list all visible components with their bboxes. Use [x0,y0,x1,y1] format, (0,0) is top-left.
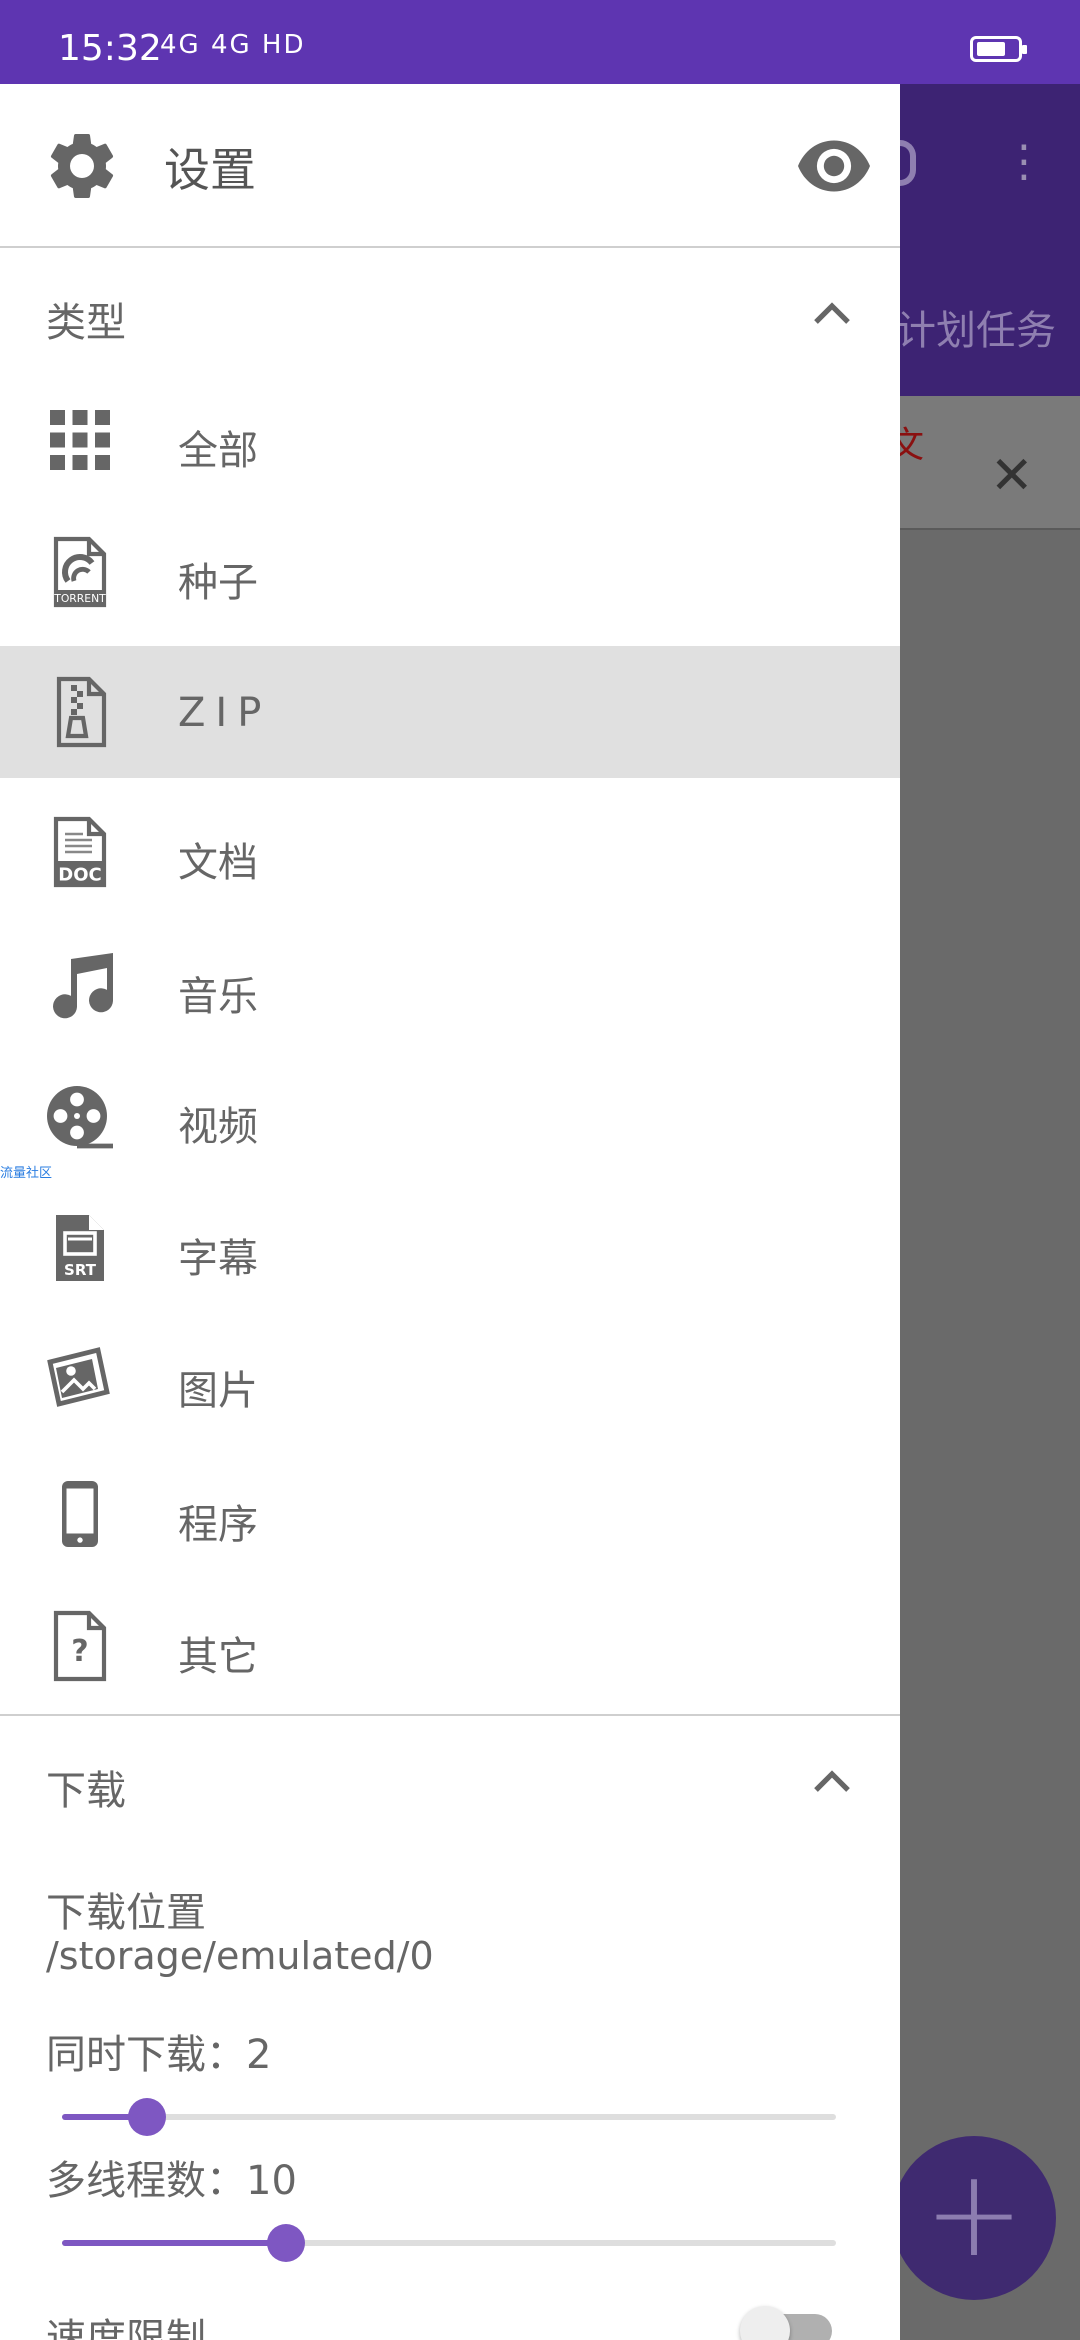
zip-icon [56,676,107,748]
category-label: 音乐 [178,974,258,1020]
category-item-other[interactable]: ? 其它 [0,1580,900,1712]
category-item-video[interactable]: 视频 [0,1050,900,1182]
concurrent-downloads-title: 同时下载： [46,2032,246,2078]
grid-icon [50,410,110,470]
section-title-types: 类型 [46,300,126,346]
concurrent-downloads-slider[interactable] [62,2098,836,2136]
image-icon [47,1347,110,1407]
toggle-thumb[interactable] [740,2306,790,2340]
speed-limit-label: 速度限制 [46,2316,206,2340]
eye-icon[interactable] [798,140,870,192]
svg-text:?: ? [71,1634,88,1669]
drawer-header: 设置 [0,84,900,248]
category-label: 文档 [178,840,258,886]
add-task-button: + [892,2136,1056,2300]
question-file-icon: ? [53,1610,107,1682]
category-label: 种子 [178,560,258,606]
settings-drawer: 设置 类型 全部 TORRENT 种子 ZIP DOC 文档 音乐 视频 流量社… [0,84,900,2340]
slider-fill [62,2240,287,2246]
doc-icon: DOC [53,816,107,888]
thread-count-label: 多线程数：10 [46,2148,297,2206]
status-time: 15:32 [58,28,162,69]
category-label: 全部 [178,428,258,474]
category-label: ZIP [178,690,272,736]
category-label: 其它 [178,1634,258,1680]
chevron-up-icon[interactable] [812,300,852,324]
category-label: 视频 [178,1104,258,1150]
svg-text:DOC: DOC [58,865,101,886]
download-location-value[interactable]: /storage/emulated/0 [46,1934,434,1978]
svg-text:SRT: SRT [64,1261,97,1279]
chevron-up-icon[interactable] [812,1768,852,1792]
category-item-torrent[interactable]: TORRENT 种子 [0,506,900,638]
thread-count-slider[interactable] [62,2224,836,2262]
slider-thumb[interactable] [267,2224,306,2262]
thread-count-value: 10 [246,2158,297,2204]
download-location-label[interactable]: 下载位置 [46,1880,206,1938]
phone-icon [62,1481,98,1547]
category-label: 程序 [178,1502,258,1548]
torrent-icon: TORRENT [53,536,106,608]
category-item-subtitle[interactable]: SRT 字幕 [0,1182,900,1314]
watermark-text: 流量社区 [0,1166,53,1181]
category-item-image[interactable]: 图片 [0,1314,900,1446]
category-item-program[interactable]: 程序 [0,1448,900,1580]
svg-text:TORRENT: TORRENT [53,592,106,605]
drawer-title: 设置 [164,143,256,197]
music-icon [53,953,113,1019]
category-item-all[interactable]: 全部 [0,374,900,506]
srt-icon: SRT [56,1215,104,1281]
thread-count-title: 多线程数： [46,2158,246,2204]
category-label: 图片 [178,1368,258,1414]
category-item-zip[interactable]: ZIP [0,646,900,778]
signal-icons: 4G 4G HD [160,30,306,60]
category-item-music[interactable]: 音乐 [0,920,900,1052]
battery-icon [970,36,1027,62]
gear-icon[interactable] [42,126,122,206]
concurrent-downloads-label: 同时下载：2 [46,2022,271,2080]
category-label: 字幕 [178,1236,258,1282]
section-title-download: 下载 [46,1768,126,1814]
speed-limit-toggle[interactable] [740,2306,836,2340]
close-icon: ✕ [990,446,1034,506]
status-bar: 15:32 4G 4G HD [0,0,1080,84]
more-options-icon: ⋮ [1002,136,1046,187]
slider-thumb[interactable] [128,2098,167,2136]
category-item-doc[interactable]: DOC 文档 [0,786,900,918]
concurrent-downloads-value: 2 [246,2032,272,2078]
section-divider [0,1714,900,1716]
tab-scheduled-tasks: 计划任务 [896,308,1056,354]
film-reel-icon [47,1086,113,1149]
